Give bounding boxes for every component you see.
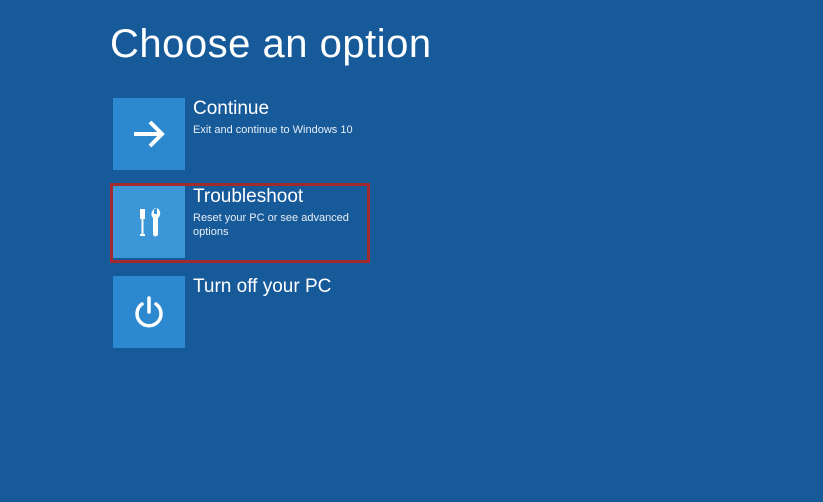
option-list: Continue Exit and continue to Windows 10	[110, 95, 823, 351]
option-text-turnoff: Turn off your PC	[185, 276, 331, 301]
option-turnoff[interactable]: Turn off your PC	[110, 273, 365, 351]
option-description: Exit and continue to Windows 10	[193, 123, 353, 137]
tile-continue	[113, 98, 185, 170]
option-text-continue: Continue Exit and continue to Windows 10	[185, 98, 353, 137]
option-title: Continue	[193, 98, 353, 121]
arrow-right-icon	[128, 113, 170, 155]
page-title: Choose an option	[110, 22, 823, 67]
option-description: Reset your PC or see advanced options	[193, 211, 367, 240]
option-title: Turn off your PC	[193, 276, 331, 299]
tile-turnoff	[113, 276, 185, 348]
option-troubleshoot[interactable]: Troubleshoot Reset your PC or see advanc…	[110, 183, 370, 263]
power-icon	[129, 292, 169, 332]
tile-troubleshoot	[113, 186, 185, 258]
option-text-troubleshoot: Troubleshoot Reset your PC or see advanc…	[185, 186, 367, 239]
option-continue[interactable]: Continue Exit and continue to Windows 10	[110, 95, 365, 173]
tools-icon	[127, 200, 171, 244]
option-title: Troubleshoot	[193, 186, 367, 209]
